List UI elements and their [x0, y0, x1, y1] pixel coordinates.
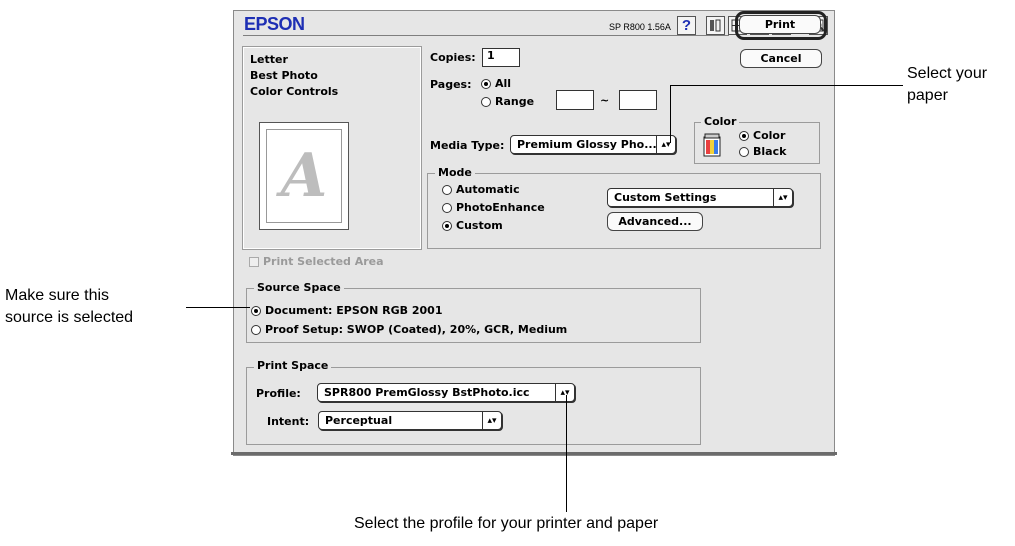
pages-range-option[interactable]: Range — [481, 95, 534, 108]
mode-automatic-option[interactable]: Automatic — [442, 183, 520, 196]
preview-letter-a: A — [266, 129, 342, 223]
color-group-title: Color — [701, 115, 740, 128]
popup-arrows-icon: ▴▾ — [555, 384, 574, 401]
paper-callout: Select your paper — [907, 65, 988, 104]
mode-photoenhance-option[interactable]: PhotoEnhance — [442, 201, 545, 214]
pages-range-radio[interactable] — [481, 96, 491, 107]
print-selected-area-checkbox[interactable] — [249, 256, 259, 267]
print-selected-area-option[interactable]: Print Selected Area — [249, 255, 384, 268]
intent-popup[interactable]: Perceptual ▴▾ — [318, 411, 502, 430]
color-radio[interactable] — [739, 130, 749, 141]
source-proof-option[interactable]: Proof Setup: SWOP (Coated), 20%, GCR, Me… — [251, 323, 567, 336]
mode-custom-option[interactable]: Custom — [442, 219, 503, 232]
dialog-bottom-edge — [231, 452, 837, 455]
source-callout-line — [186, 307, 250, 308]
popup-arrows-icon: ▴▾ — [482, 412, 501, 429]
intent-label: Intent: — [267, 415, 310, 428]
summary-paper: Letter — [250, 53, 288, 66]
print-space-group — [246, 367, 701, 445]
copies-label: Copies: — [430, 51, 476, 64]
pages-all-option[interactable]: All — [481, 77, 511, 90]
profile-popup[interactable]: SPR800 PremGlossy BstPhoto.icc ▴▾ — [317, 383, 575, 402]
header-rule — [243, 35, 729, 36]
custom-radio[interactable] — [442, 220, 452, 231]
summary-quality: Best Photo — [250, 69, 318, 82]
document-radio[interactable] — [251, 305, 261, 316]
automatic-radio[interactable] — [442, 184, 452, 195]
range-separator: ~ — [600, 94, 610, 107]
popup-arrows-icon: ▴▾ — [656, 136, 675, 153]
ink-cartridge-icon — [703, 131, 721, 161]
popup-arrows-icon: ▴▾ — [773, 189, 792, 206]
profile-callout-line — [566, 395, 567, 512]
pages-all-radio[interactable] — [481, 78, 491, 89]
driver-version: SP R800 1.56A — [609, 22, 671, 32]
source-document-option[interactable]: Document: EPSON RGB 2001 — [251, 304, 443, 317]
color-option[interactable]: Color — [739, 129, 785, 142]
photoenhance-radio[interactable] — [442, 202, 452, 213]
source-space-title: Source Space — [254, 281, 344, 294]
copies-input[interactable]: 1 — [482, 48, 520, 67]
print-button[interactable]: Print — [739, 15, 821, 34]
print-button-ring: Print — [735, 11, 827, 40]
printer-settings-icon[interactable] — [706, 16, 725, 35]
black-option[interactable]: Black — [739, 145, 786, 158]
cancel-button[interactable]: Cancel — [740, 49, 822, 68]
profile-label: Profile: — [256, 387, 301, 400]
page-preview: A — [259, 122, 349, 230]
summary-color: Color Controls — [250, 85, 339, 98]
advanced-button[interactable]: Advanced... — [607, 212, 703, 231]
epson-logo: EPSON — [244, 14, 305, 34]
range-to-input[interactable] — [619, 90, 657, 110]
proof-radio[interactable] — [251, 324, 261, 335]
range-from-input[interactable] — [556, 90, 594, 110]
print-dialog: EPSON SP R800 1.56A ? Print Cancel Lette… — [233, 10, 835, 456]
media-type-popup[interactable]: Premium Glossy Pho... ▴▾ — [510, 135, 676, 154]
paper-callout-line-v — [670, 85, 671, 143]
paper-callout-line-h — [670, 85, 903, 86]
media-type-label: Media Type: — [430, 139, 505, 152]
mode-group-title: Mode — [435, 166, 475, 179]
profile-callout: Select the profile for your printer and … — [354, 515, 659, 532]
black-radio[interactable] — [739, 146, 749, 157]
print-space-title: Print Space — [254, 359, 332, 372]
help-icon[interactable]: ? — [677, 16, 696, 35]
custom-settings-popup[interactable]: Custom Settings ▴▾ — [607, 188, 793, 207]
source-callout: Make sure this source is selected — [5, 287, 134, 326]
pages-label: Pages: — [430, 78, 472, 91]
